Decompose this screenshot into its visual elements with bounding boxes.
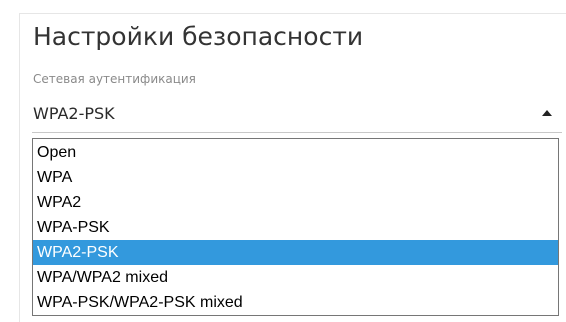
section-title: Настройки безопасности (33, 22, 364, 51)
option-open[interactable]: Open (33, 140, 558, 165)
auth-select-value: WPA2-PSK (33, 104, 115, 123)
option-wpa-wpa2-mixed[interactable]: WPA/WPA2 mixed (33, 265, 558, 290)
option-wpa-psk-wpa2-psk-mixed[interactable]: WPA-PSK/WPA2-PSK mixed (33, 290, 558, 315)
auth-options-list[interactable]: Open WPA WPA2 WPA-PSK WPA2-PSK WPA/WPA2 … (32, 138, 559, 316)
caret-up-icon (542, 110, 552, 116)
auth-field-label: Сетевая аутентификация (33, 72, 196, 86)
option-wpa2[interactable]: WPA2 (33, 190, 558, 215)
option-wpa[interactable]: WPA (33, 165, 558, 190)
option-wpa-psk[interactable]: WPA-PSK (33, 215, 558, 240)
option-wpa2-psk[interactable]: WPA2-PSK (33, 240, 558, 265)
page: Настройки безопасности Сетевая аутентифи… (0, 0, 566, 322)
auth-select[interactable]: WPA2-PSK (32, 96, 562, 133)
